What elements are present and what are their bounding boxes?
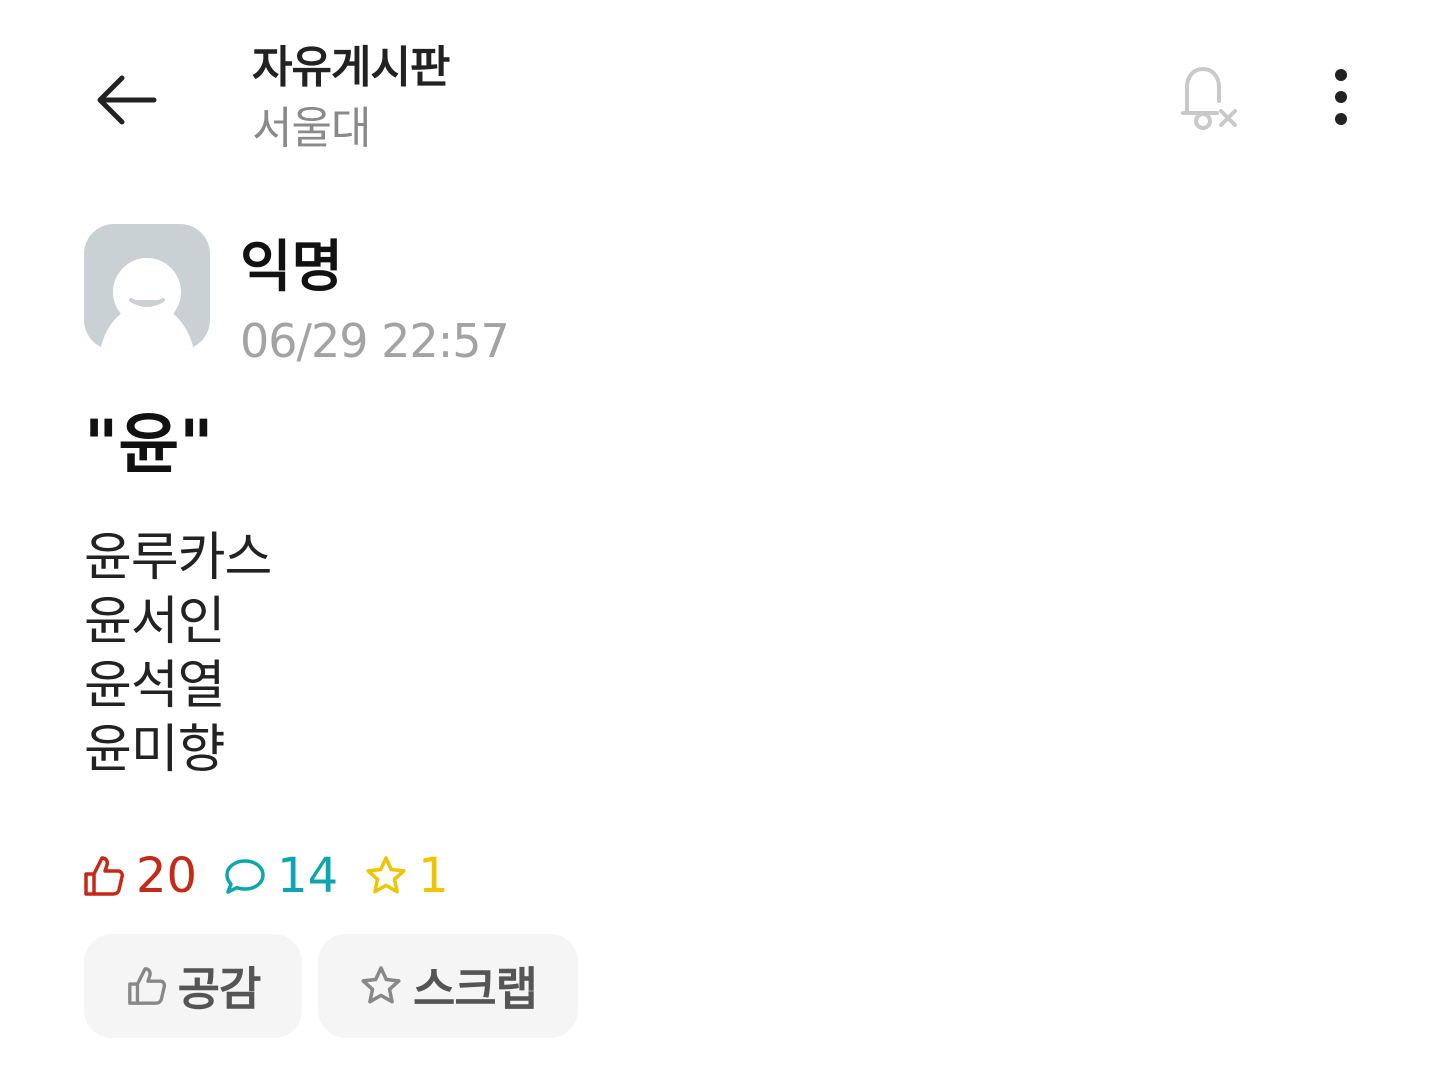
thumbs-up-icon: [127, 967, 166, 1005]
scrap-count: 1: [364, 846, 449, 906]
post-stats: 20 14 1: [82, 846, 475, 906]
scrap-count-value: 1: [418, 848, 449, 904]
notification-toggle-button[interactable]: [1166, 56, 1248, 138]
post-timestamp: 06/29 22:57: [240, 314, 510, 368]
more-options-button[interactable]: [1306, 56, 1376, 138]
post-body-line: 윤미향: [84, 720, 226, 780]
like-count-value: 20: [136, 848, 198, 904]
like-count: 20: [82, 846, 197, 906]
board-title: 자유게시판: [252, 42, 450, 93]
board-header: 자유게시판 서울대: [252, 38, 450, 160]
avatar: [84, 224, 210, 350]
post-actions: 공감 스크랩: [84, 934, 594, 1038]
arrow-left-icon: [97, 75, 157, 125]
back-button[interactable]: [86, 60, 166, 140]
bell-off-icon: [1181, 67, 1237, 130]
comment-icon: [225, 859, 265, 894]
top-bar: 자유게시판 서울대: [0, 0, 1440, 190]
like-button-label: 공감: [177, 962, 262, 1016]
comment-count-value: 14: [277, 848, 339, 904]
scrap-button-label: 스크랩: [413, 962, 538, 1016]
post-body: 윤루카스 윤서인 윤석열 윤미향: [84, 526, 272, 782]
board-subtitle: 서울대: [252, 103, 371, 154]
more-vertical-icon: [1335, 69, 1347, 125]
post-body-line: 윤루카스: [84, 528, 272, 588]
post-body-line: 윤서인: [84, 592, 226, 652]
default-profile-icon: [100, 258, 194, 350]
like-button[interactable]: 공감: [84, 934, 302, 1038]
author-name: 익명: [240, 235, 344, 300]
star-icon: [366, 856, 406, 894]
post-body-line: 윤석열: [84, 656, 226, 716]
star-icon: [361, 966, 401, 1004]
comment-count: 14: [223, 846, 338, 906]
thumbs-up-icon: [84, 856, 124, 896]
scrap-button[interactable]: 스크랩: [318, 934, 578, 1038]
post-title: "윤": [84, 406, 214, 483]
